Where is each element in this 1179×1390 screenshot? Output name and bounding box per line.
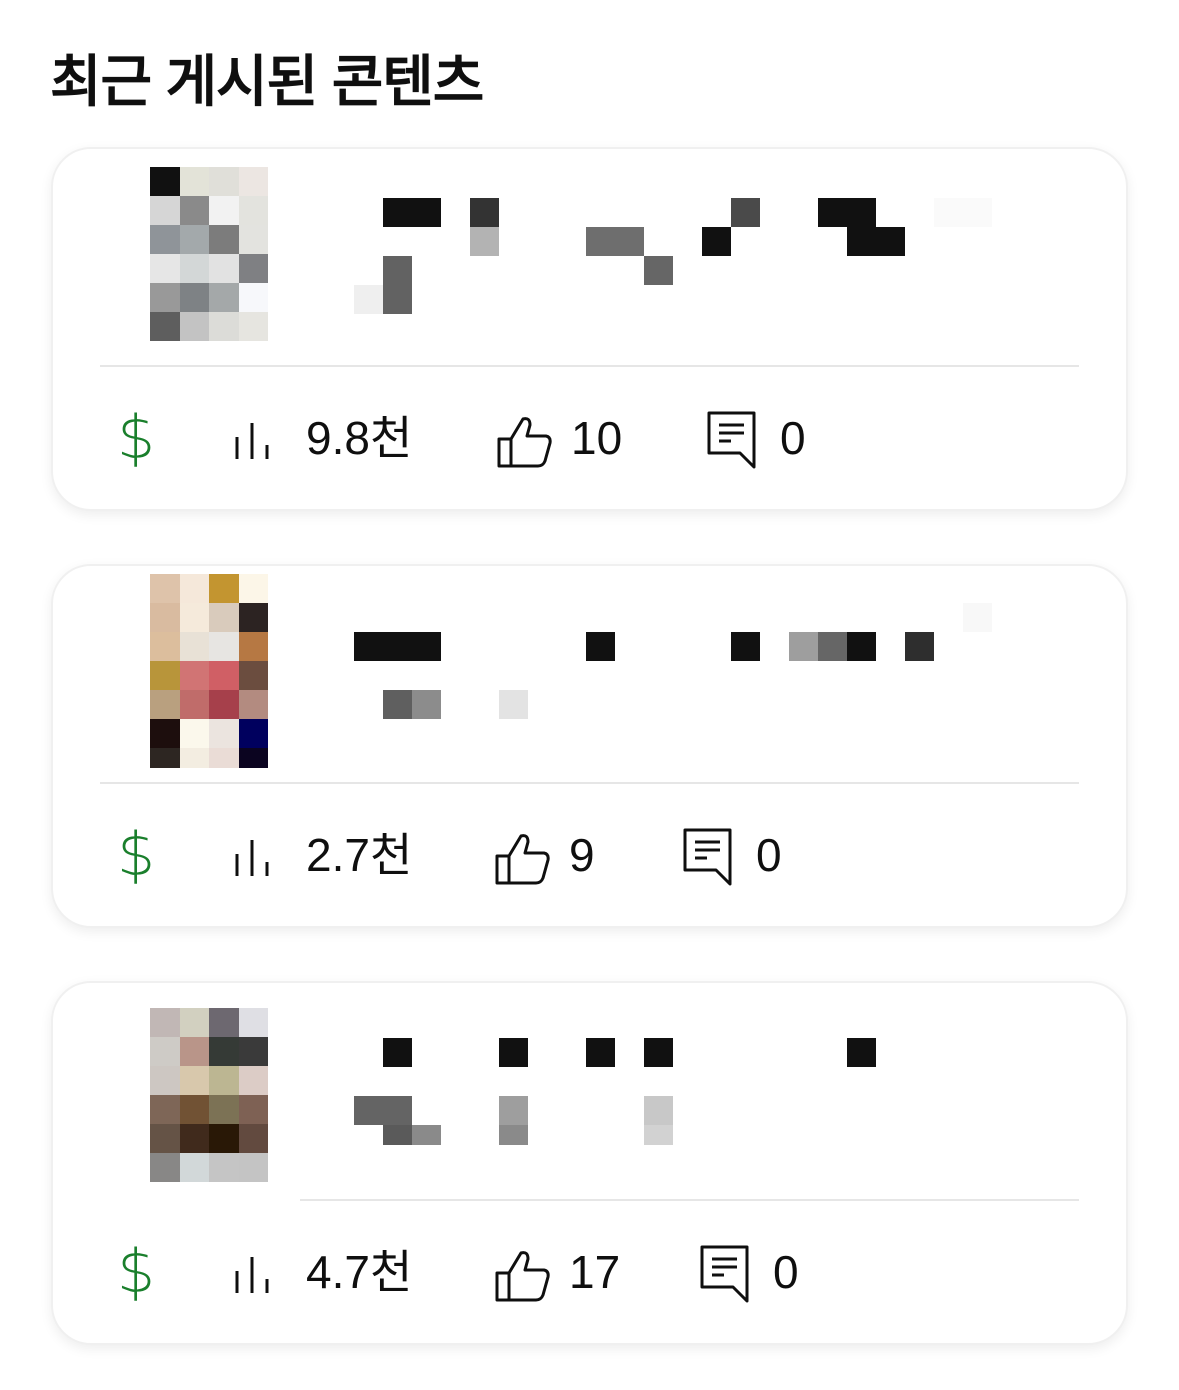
content-card-3[interactable]: $ 4.7천 17 0 <box>51 981 1128 1345</box>
content-title-pixelated[interactable] <box>353 189 1113 319</box>
views-count: 2.7천 <box>306 829 413 881</box>
comments-count: 0 <box>756 829 782 881</box>
bar-chart-icon <box>235 1257 269 1293</box>
dollar-icon: $ <box>117 1237 156 1307</box>
thumbs-up-icon[interactable] <box>494 832 550 886</box>
content-card-2[interactable]: $ 2.7천 9 0 <box>51 564 1128 928</box>
content-title-pixelated[interactable] <box>353 603 1113 736</box>
thumbs-up-icon[interactable] <box>496 415 552 469</box>
thumbs-up-icon[interactable] <box>494 1249 550 1303</box>
dollar-icon: $ <box>117 403 156 473</box>
comment-icon[interactable] <box>700 1245 750 1303</box>
card-divider <box>300 1199 1079 1201</box>
comments-count: 0 <box>773 1246 799 1298</box>
content-thumbnail[interactable] <box>150 1008 268 1182</box>
views-count: 9.8천 <box>306 412 413 464</box>
card-stats: $ 4.7천 17 0 <box>53 1231 1126 1313</box>
bar-chart-icon <box>235 423 269 459</box>
content-card-1[interactable]: $ 9.8천 10 0 <box>51 147 1128 511</box>
bar-chart-icon <box>235 840 269 876</box>
likes-count: 17 <box>569 1246 621 1298</box>
likes-count: 10 <box>571 412 623 464</box>
content-title-pixelated[interactable] <box>353 1023 1113 1153</box>
comment-icon[interactable] <box>683 828 733 886</box>
likes-count: 9 <box>569 829 595 881</box>
card-divider <box>100 782 1079 784</box>
views-count: 4.7천 <box>306 1246 413 1298</box>
comments-count: 0 <box>780 412 806 464</box>
card-stats: $ 9.8천 10 0 <box>53 397 1126 479</box>
content-thumbnail[interactable] <box>150 167 268 341</box>
card-divider <box>100 365 1079 367</box>
card-stats: $ 2.7천 9 0 <box>53 814 1126 896</box>
comment-icon[interactable] <box>707 411 757 469</box>
dollar-icon: $ <box>117 820 156 890</box>
content-thumbnail[interactable] <box>150 574 268 768</box>
section-title: 최근 게시된 콘텐츠 <box>50 50 484 113</box>
